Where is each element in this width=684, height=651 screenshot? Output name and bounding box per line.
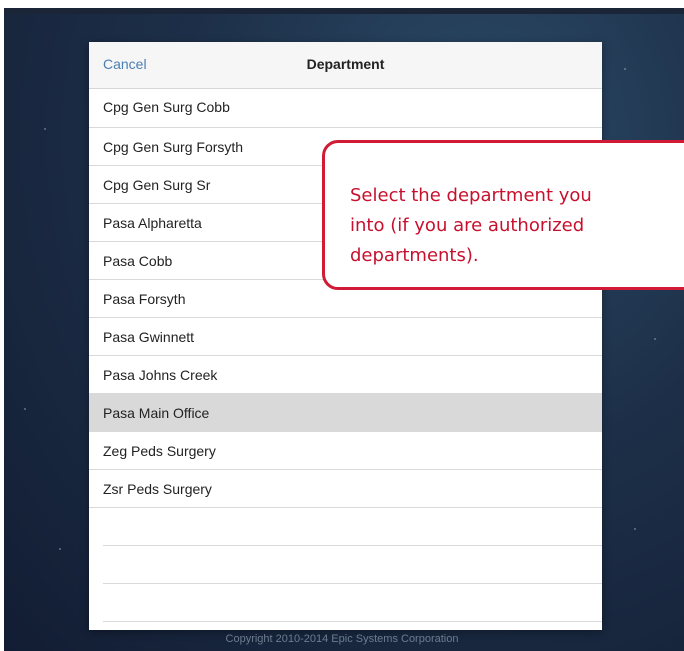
- top-bar: [4, 8, 684, 14]
- callout-line-1: Select the department you: [350, 185, 592, 206]
- department-item[interactable]: Cpg Gen Surg Cobb: [89, 89, 602, 128]
- department-picker-modal: Cancel Department Cpg Gen Surg Cobb Cpg G…: [89, 42, 602, 630]
- department-item[interactable]: Zeg Peds Surgery: [89, 432, 602, 470]
- empty-row: [103, 546, 602, 584]
- callout-line-3: departments).: [350, 245, 479, 266]
- department-item[interactable]: Pasa Main Office: [89, 394, 602, 432]
- background-star: [624, 68, 626, 70]
- empty-rows: [89, 508, 602, 622]
- department-item[interactable]: Pasa Johns Creek: [89, 356, 602, 394]
- callout-text: Select the department you into (if you a…: [350, 181, 684, 271]
- background-star: [634, 528, 636, 530]
- empty-row: [103, 508, 602, 546]
- background-star: [59, 548, 61, 550]
- department-item[interactable]: Zsr Peds Surgery: [89, 470, 602, 508]
- department-item[interactable]: Pasa Gwinnett: [89, 318, 602, 356]
- copyright-text: Copyright 2010-2014 Epic Systems Corpora…: [225, 633, 459, 645]
- background-star: [654, 338, 656, 340]
- empty-row: [103, 584, 602, 622]
- background-star: [44, 128, 46, 130]
- modal-title: Department: [306, 56, 385, 72]
- modal-header: Cancel Department: [89, 42, 602, 89]
- instruction-callout: Select the department you into (if you a…: [322, 140, 684, 290]
- background-star: [24, 408, 26, 410]
- callout-line-2: into (if you are authorized: [350, 215, 585, 236]
- app-background: Cancel Department Cpg Gen Surg Cobb Cpg G…: [4, 8, 684, 651]
